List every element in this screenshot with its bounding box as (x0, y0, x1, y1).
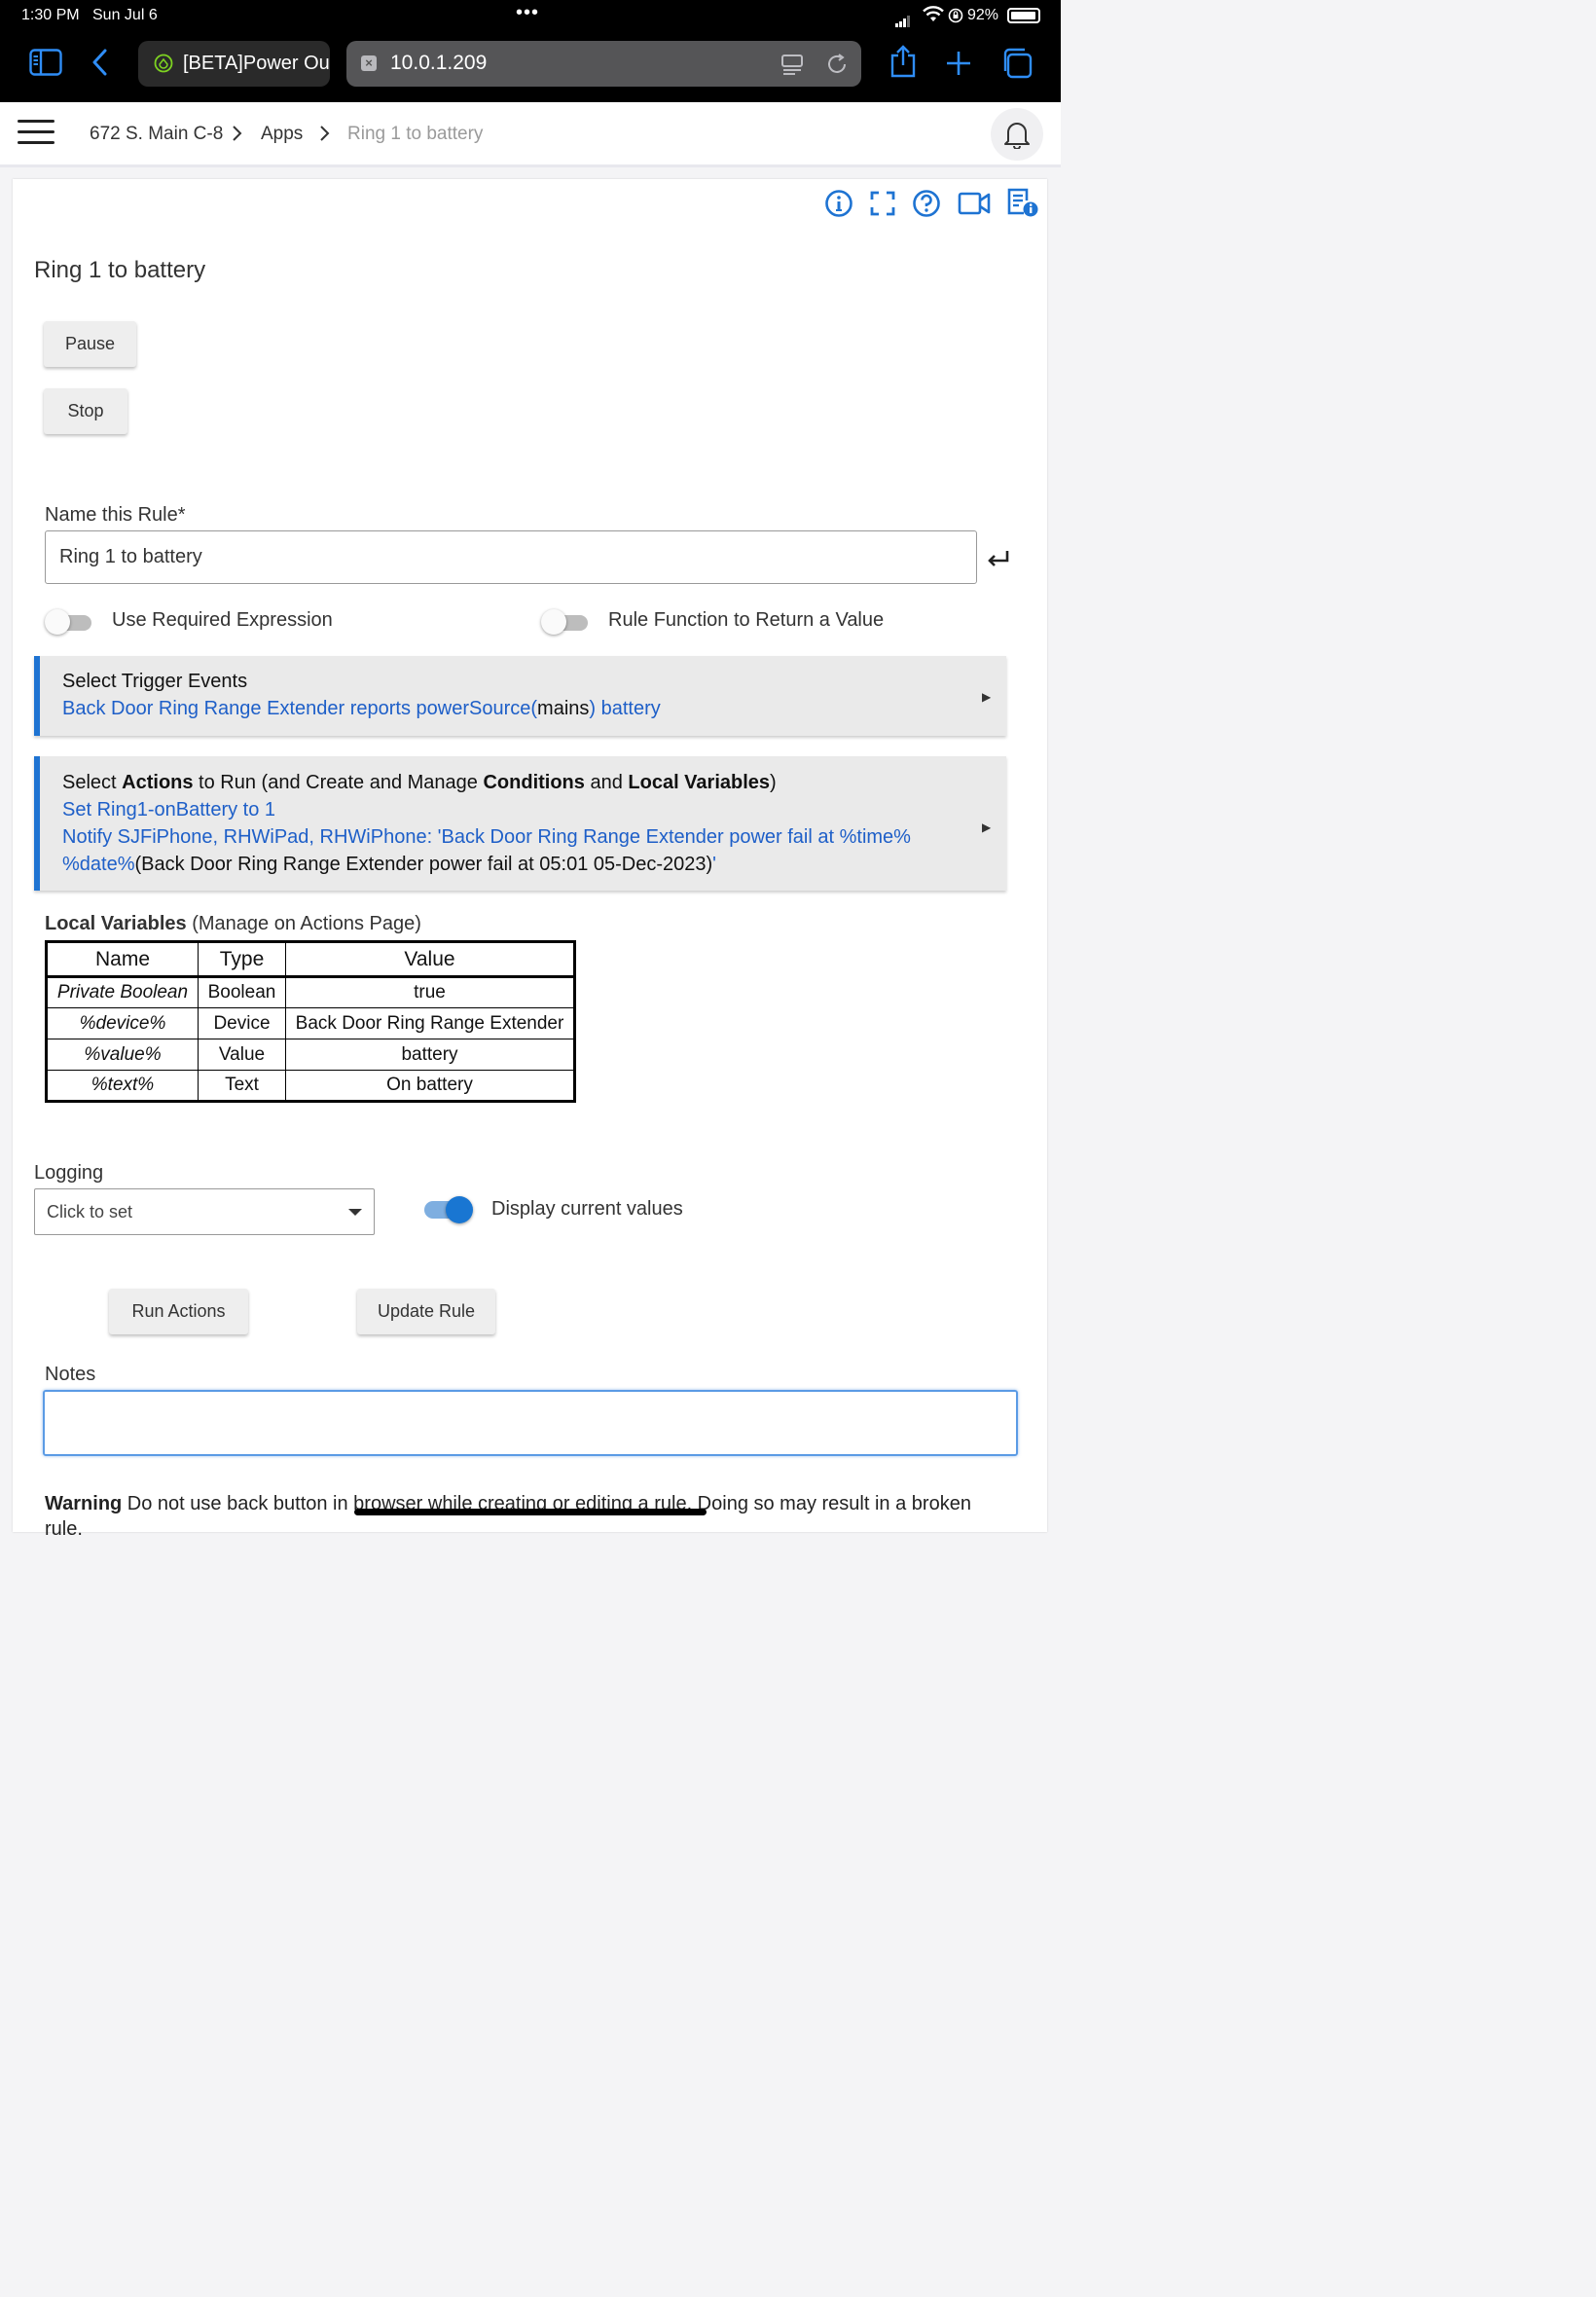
table-cell: battery (285, 1039, 575, 1071)
breadcrumb-current: Ring 1 to battery (347, 124, 484, 144)
wifi-icon (923, 6, 944, 28)
column-header: Name (46, 941, 199, 978)
logging-label: Logging (34, 1162, 104, 1184)
display-current-values-label: Display current values (491, 1198, 683, 1220)
return-value-label: Rule Function to Return a Value (608, 609, 885, 631)
table-cell: Device (198, 1007, 286, 1039)
trigger-events-section[interactable]: Select Trigger Events Back Door Ring Ran… (34, 656, 1006, 736)
info-icon[interactable] (824, 189, 853, 218)
run-actions-button[interactable]: Run Actions (109, 1289, 248, 1334)
status-time: 1:30 PM (21, 7, 80, 23)
hubitat-icon (154, 54, 173, 73)
address-bar[interactable]: × 10.0.1.209 (346, 41, 861, 87)
actions-title: Select Actions to Run (and Create and Ma… (62, 772, 777, 793)
multitasking-dots-icon[interactable]: ••• (516, 2, 539, 24)
fullscreen-icon[interactable] (870, 191, 895, 216)
action-line-set: Set Ring1-onBattery to 1 (62, 799, 276, 820)
action-line-notify-cont: %date%(Back Door Ring Range Extender pow… (62, 854, 716, 875)
column-header: Type (198, 941, 286, 978)
signal-icon (895, 10, 911, 27)
table-cell: %device% (46, 1007, 199, 1039)
required-expression-label: Use Required Expression (112, 609, 333, 631)
chevron-right-icon (320, 126, 330, 141)
browser-toolbar: [BETA]Power Ou × 10.0.1.209 (0, 31, 1061, 102)
table-row: %value% Value battery (46, 1039, 575, 1071)
share-icon[interactable] (889, 45, 917, 78)
table-cell: %value% (46, 1039, 199, 1071)
enter-icon[interactable] (986, 549, 1011, 568)
table-cell: true (285, 976, 575, 1008)
orientation-lock-icon (948, 8, 963, 28)
table-cell: Text (198, 1070, 286, 1102)
expand-arrow-icon[interactable]: ▶ (982, 820, 991, 834)
menu-icon[interactable] (18, 120, 54, 147)
return-value-toggle[interactable] (541, 609, 588, 635)
action-line-notify: Notify SJFiPhone, RHWiPad, RHWiPhone: 'B… (62, 826, 911, 848)
required-expression-toggle[interactable] (45, 609, 91, 635)
rule-name-input[interactable]: Ring 1 to battery (45, 530, 977, 584)
trigger-events-title: Select Trigger Events (62, 671, 248, 692)
sidebar-icon[interactable] (29, 49, 62, 76)
breadcrumb-apps[interactable]: Apps (261, 124, 303, 145)
update-rule-button[interactable]: Update Rule (357, 1289, 495, 1334)
notes-input[interactable] (43, 1390, 1018, 1456)
stop-button[interactable]: Stop (44, 388, 127, 434)
app-card: Ring 1 to battery Pause Stop Name this R… (13, 179, 1047, 1540)
table-cell: On battery (285, 1070, 575, 1102)
url-text[interactable]: 10.0.1.209 (390, 52, 487, 75)
home-indicator[interactable] (354, 1509, 707, 1515)
actions-section[interactable]: Select Actions to Run (and Create and Ma… (34, 756, 1006, 891)
reader-icon[interactable] (780, 53, 804, 76)
app-title: Ring 1 to battery (34, 257, 206, 283)
notifications-button[interactable] (991, 108, 1043, 161)
page-header: 672 S. Main C-8 Apps Ring 1 to battery (0, 102, 1061, 167)
table-cell: Back Door Ring Range Extender (285, 1007, 575, 1039)
expand-arrow-icon[interactable]: ▶ (982, 690, 991, 704)
pause-button[interactable]: Pause (44, 321, 136, 367)
display-current-values-toggle[interactable] (424, 1196, 473, 1223)
table-cell: %text% (46, 1070, 199, 1102)
caret-down-icon (348, 1209, 362, 1216)
close-tab-icon[interactable]: × (361, 55, 377, 71)
warning-text: Warning Do not use back button in browse… (45, 1493, 971, 1540)
table-cell: Private Boolean (46, 976, 199, 1008)
battery-percent: 92% (967, 7, 999, 23)
local-variables-title: Local Variables (Manage on Actions Page) (45, 913, 421, 934)
column-header: Value (285, 941, 575, 978)
doc-info-icon[interactable] (1006, 187, 1039, 218)
table-cell: Value (198, 1039, 286, 1071)
reload-icon[interactable] (825, 53, 849, 76)
local-variables-table: Name Type Value Private Boolean Boolean … (45, 940, 576, 1103)
trigger-events-summary: Back Door Ring Range Extender reports po… (62, 698, 661, 719)
table-cell: Boolean (198, 976, 286, 1008)
table-row: %device% Device Back Door Ring Range Ext… (46, 1007, 575, 1039)
back-chevron-icon[interactable] (91, 49, 109, 76)
name-rule-label: Name this Rule* (45, 504, 186, 526)
breadcrumb-hub[interactable]: 672 S. Main C-8 (90, 124, 223, 145)
chevron-right-icon (233, 126, 242, 141)
logging-select[interactable]: Click to set (34, 1188, 375, 1235)
tabs-icon[interactable] (1001, 48, 1033, 79)
table-row: Private Boolean Boolean true (46, 976, 575, 1008)
battery-icon (1007, 8, 1040, 23)
tab-label: [BETA]Power Ou (183, 53, 330, 74)
logging-select-value: Click to set (47, 1202, 133, 1221)
plus-icon[interactable] (946, 51, 971, 76)
notes-label: Notes (45, 1364, 96, 1385)
bell-icon (1004, 123, 1030, 149)
table-row: %text% Text On battery (46, 1070, 575, 1102)
status-date: Sun Jul 6 (92, 7, 158, 23)
help-icon[interactable] (912, 189, 941, 218)
video-icon[interactable] (958, 191, 991, 216)
status-bar: 1:30 PM Sun Jul 6 ••• 92% (0, 0, 1061, 31)
tab-power-outage[interactable]: [BETA]Power Ou (138, 41, 330, 87)
